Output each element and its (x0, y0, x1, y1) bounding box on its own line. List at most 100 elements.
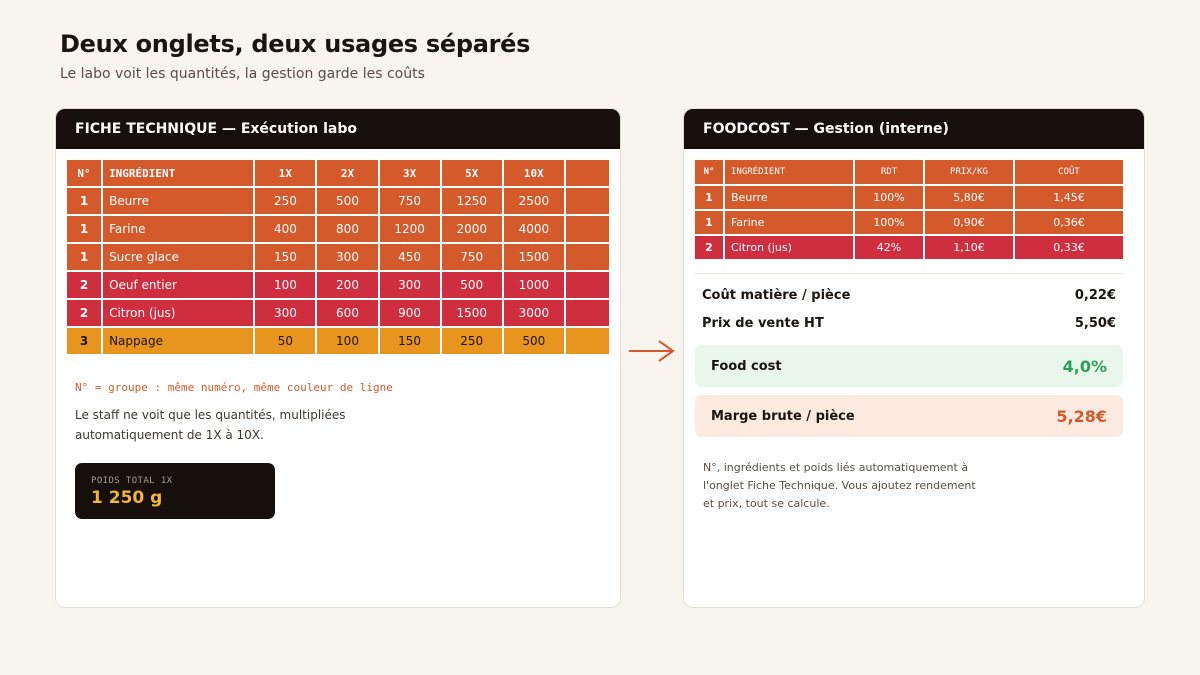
cell-ingredient: Farine (725, 211, 853, 234)
cell-ingredient: Citron (jus) (103, 300, 254, 326)
cell-qty-1x: 50 (255, 328, 316, 354)
cell-qty-5x: 1500 (441, 300, 502, 326)
food-cost-value: 4,0% (1062, 356, 1107, 376)
cell-qty-10x: 1500 (503, 244, 564, 270)
cell-no: 2 (67, 300, 102, 326)
cell-rdt: 100% (855, 186, 923, 209)
cell-qty-2x: 300 (317, 244, 378, 270)
cell-qty-1x: 100 (255, 272, 316, 298)
cell-qty-10x: 3000 (503, 300, 564, 326)
column-header-ingredient: INGRÉDIENT (103, 160, 254, 186)
column-header-2x: 2X (317, 160, 378, 186)
cell-ingredient: Oeuf entier (103, 272, 254, 298)
cell-qty-1x: 300 (255, 300, 316, 326)
table-row[interactable]: 2 Citron (jus) 300 600 900 1500 3000 (67, 300, 609, 326)
page-subtitle: Le labo voit les quantités, la gestion g… (60, 66, 425, 82)
column-header-extra (565, 160, 609, 186)
cout-matiere-label: Coût matière / pièce (702, 288, 851, 303)
cell-no: 1 (67, 216, 102, 242)
cell-no: 1 (67, 188, 102, 214)
cell-prix-kg: 0,90€ (925, 211, 1013, 234)
cout-matiere-row: Coût matière / pièce 0,22€ (702, 288, 1116, 303)
page-title: Deux onglets, deux usages séparés (60, 30, 531, 58)
cell-cout: 0,36€ (1015, 211, 1123, 234)
cell-no: 1 (695, 211, 723, 234)
marge-brute-value: 5,28€ (1056, 406, 1107, 426)
foodcost-table: N° INGRÉDIENT RDT PRIX/KG COÛT 1 Beurre … (693, 158, 1125, 261)
cell-extra (565, 244, 609, 270)
cell-qty-2x: 600 (317, 300, 378, 326)
cell-no: 1 (67, 244, 102, 270)
cell-qty-2x: 800 (317, 216, 378, 242)
cell-qty-10x: 500 (503, 328, 564, 354)
cell-qty-5x: 750 (441, 244, 502, 270)
cell-extra (565, 272, 609, 298)
cell-ingredient: Nappage (103, 328, 254, 354)
cell-qty-5x: 2000 (441, 216, 502, 242)
column-header-3x: 3X (379, 160, 440, 186)
table-row[interactable]: 1 Beurre 250 500 750 1250 2500 (67, 188, 609, 214)
cell-qty-10x: 1000 (503, 272, 564, 298)
cell-extra (565, 300, 609, 326)
cell-qty-1x: 400 (255, 216, 316, 242)
food-cost-kpi: Food cost 4,0% (695, 345, 1123, 387)
foodcost-header[interactable]: FOODCOST — Gestion (interne) (684, 109, 1144, 149)
cout-matiere-value: 0,22€ (1074, 288, 1116, 303)
cell-prix-kg: 5,80€ (925, 186, 1013, 209)
fiche-technique-card: FICHE TECHNIQUE — Exécution labo N° INGR… (55, 108, 621, 608)
table-header-row: N° INGRÉDIENT RDT PRIX/KG COÛT (695, 160, 1123, 184)
cell-ingredient: Citron (jus) (725, 236, 853, 259)
fiche-technique-table: N° INGRÉDIENT 1X 2X 3X 5X 10X 1 Beurre 2… (65, 158, 611, 356)
cell-qty-5x: 1250 (441, 188, 502, 214)
cell-qty-3x: 150 (379, 328, 440, 354)
cell-qty-2x: 500 (317, 188, 378, 214)
column-header-5x: 5X (441, 160, 502, 186)
cell-extra (565, 188, 609, 214)
prix-vente-value: 5,50€ (1074, 316, 1116, 331)
fiche-technique-header[interactable]: FICHE TECHNIQUE — Exécution labo (56, 109, 620, 149)
group-legend: N° = groupe : même numéro, même couleur … (75, 381, 393, 394)
table-row[interactable]: 1 Farine 100% 0,90€ 0,36€ (695, 211, 1123, 234)
marge-brute-kpi: Marge brute / pièce 5,28€ (695, 395, 1123, 437)
marge-brute-label: Marge brute / pièce (711, 408, 855, 424)
column-header-1x: 1X (255, 160, 316, 186)
cell-qty-1x: 150 (255, 244, 316, 270)
table-row[interactable]: 1 Sucre glace 150 300 450 750 1500 (67, 244, 609, 270)
cell-qty-5x: 500 (441, 272, 502, 298)
cell-qty-3x: 300 (379, 272, 440, 298)
cell-prix-kg: 1,10€ (925, 236, 1013, 259)
column-header-prix-kg: PRIX/KG (925, 160, 1013, 184)
cell-rdt: 100% (855, 211, 923, 234)
cell-no: 3 (67, 328, 102, 354)
cell-no: 2 (67, 272, 102, 298)
divider (695, 273, 1123, 274)
cell-ingredient: Farine (103, 216, 254, 242)
cell-qty-5x: 250 (441, 328, 502, 354)
cell-ingredient: Beurre (103, 188, 254, 214)
prix-vente-label: Prix de vente HT (702, 316, 824, 331)
cell-no: 1 (695, 186, 723, 209)
cell-ingredient: Beurre (725, 186, 853, 209)
cell-qty-3x: 450 (379, 244, 440, 270)
table-row[interactable]: 2 Citron (jus) 42% 1,10€ 0,33€ (695, 236, 1123, 259)
table-row[interactable]: 3 Nappage 50 100 150 250 500 (67, 328, 609, 354)
cell-rdt: 42% (855, 236, 923, 259)
total-weight-box: POIDS TOTAL 1X 1 250 g (75, 463, 275, 519)
cell-cout: 1,45€ (1015, 186, 1123, 209)
column-header-10x: 10X (503, 160, 564, 186)
cell-cout: 0,33€ (1015, 236, 1123, 259)
prix-vente-row: Prix de vente HT 5,50€ (702, 316, 1116, 331)
table-row[interactable]: 1 Farine 400 800 1200 2000 4000 (67, 216, 609, 242)
column-header-no: N° (695, 160, 723, 184)
column-header-no: N° (67, 160, 102, 186)
table-row[interactable]: 1 Beurre 100% 5,80€ 1,45€ (695, 186, 1123, 209)
cell-qty-3x: 900 (379, 300, 440, 326)
column-header-rdt: RDT (855, 160, 923, 184)
staff-note: Le staff ne voit que les quantités, mult… (75, 408, 346, 442)
table-row[interactable]: 2 Oeuf entier 100 200 300 500 1000 (67, 272, 609, 298)
total-weight-label: POIDS TOTAL 1X (91, 476, 173, 486)
cell-qty-1x: 250 (255, 188, 316, 214)
arrow-right-icon (627, 338, 677, 368)
table-header-row: N° INGRÉDIENT 1X 2X 3X 5X 10X (67, 160, 609, 186)
foodcost-card: FOODCOST — Gestion (interne) N° INGRÉDIE… (683, 108, 1145, 608)
